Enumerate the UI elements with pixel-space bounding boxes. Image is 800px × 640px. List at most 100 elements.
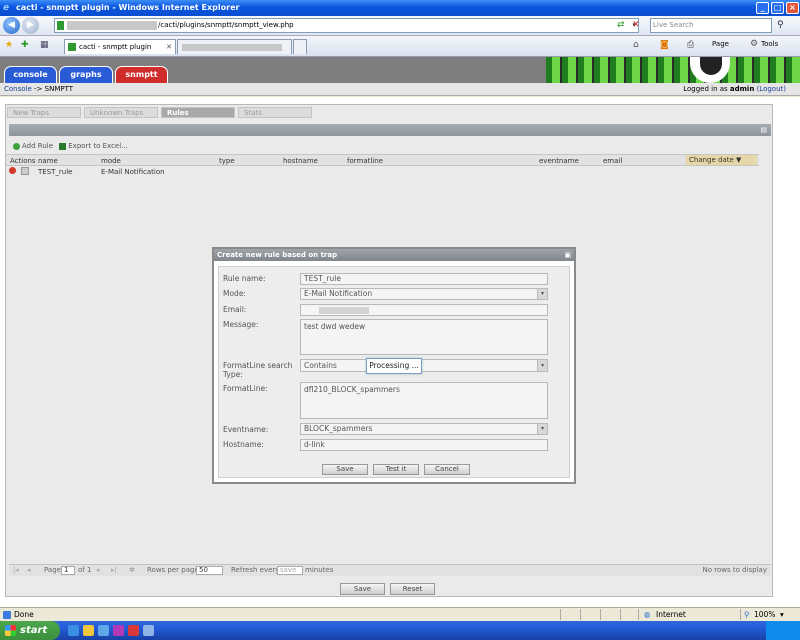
login-user: admin	[729, 85, 755, 93]
back-button[interactable]: ◀	[3, 17, 20, 34]
add-favorite-icon[interactable]: ✚	[21, 40, 29, 50]
add-rule-button[interactable]: Add Rule	[22, 142, 53, 150]
first-page-icon[interactable]: |◂	[13, 565, 19, 576]
edit-icon[interactable]	[21, 167, 29, 175]
eventname-select[interactable]: BLOCK_spammers ▾	[300, 423, 548, 435]
quicklaunch-desktop-icon[interactable]	[98, 625, 109, 636]
rows-per-page-select[interactable]: 50	[196, 566, 223, 575]
home-icon[interactable]: ⌂	[633, 40, 639, 50]
new-tab-button[interactable]	[293, 39, 307, 54]
tab-unknown-traps[interactable]: Unknown Traps	[84, 107, 158, 118]
refresh-icon[interactable]: ⇄	[617, 20, 625, 30]
search-icon[interactable]: ⚲	[777, 20, 784, 30]
email-input[interactable]	[300, 304, 548, 316]
rule-name-input[interactable]: TEST_rule	[300, 273, 548, 285]
minimize-button[interactable]: _	[756, 2, 769, 14]
page-done-icon	[3, 611, 11, 619]
delete-icon[interactable]	[9, 167, 16, 174]
window-title-bar: e cacti - snmptt plugin - Windows Intern…	[0, 0, 800, 16]
tab-rules[interactable]: Rules	[161, 107, 235, 118]
export-excel-button[interactable]: Export to Excel...	[68, 142, 128, 150]
favorites-star-icon[interactable]: ★	[5, 40, 13, 50]
formatline-textarea[interactable]: dfl210_BLOCK_spammers	[300, 382, 548, 419]
start-button[interactable]: start	[0, 621, 60, 640]
search-type-select[interactable]: Contains ▾	[300, 359, 548, 372]
row-name: TEST_rule	[38, 168, 73, 176]
dialog-test-button[interactable]: Test it	[373, 464, 419, 475]
dialog-title-bar: Create new rule based on trap ▣	[214, 249, 574, 261]
panel-save-button[interactable]: Save	[340, 583, 385, 595]
eventname-label: Eventname:	[223, 425, 269, 434]
col-change-date[interactable]: Change date ▼	[686, 155, 757, 165]
quicklaunch-app-icon[interactable]	[113, 625, 124, 636]
login-info: Logged in as admin (Logout)	[683, 83, 786, 95]
dialog-cancel-button[interactable]: Cancel	[424, 464, 470, 475]
tab-new-traps[interactable]: New Traps	[7, 107, 81, 118]
address-bar[interactable]: /cacti/plugins/snmptt/snmptt_view.php ▾	[54, 18, 639, 33]
next-page-icon[interactable]: ▸	[97, 565, 101, 576]
logout-link[interactable]: (Logout)	[757, 85, 786, 93]
tab-console[interactable]: console	[4, 66, 57, 83]
panel-reset-button[interactable]: Reset	[390, 583, 435, 595]
col-actions[interactable]: Actions	[10, 156, 36, 166]
hostname-input[interactable]: d-link	[300, 439, 548, 451]
chevron-down-icon[interactable]: ▾	[537, 424, 547, 434]
refresh-interval-input[interactable]: save	[277, 566, 303, 575]
col-eventname[interactable]: eventname	[539, 156, 579, 166]
page-number-input[interactable]: 1	[61, 566, 75, 575]
chevron-down-icon[interactable]: ▾	[537, 360, 547, 371]
dialog-title: Create new rule based on trap	[217, 251, 338, 259]
grid-header-bar: ▤	[9, 124, 771, 136]
message-textarea[interactable]: test dwd wedew	[300, 319, 548, 355]
ie-icon: e	[3, 3, 10, 13]
chevron-down-icon[interactable]: ▾	[537, 289, 547, 299]
zoom-icon: ⚲	[744, 610, 750, 619]
print-icon[interactable]: ⎙	[687, 40, 694, 50]
page-menu[interactable]: Page	[712, 40, 729, 48]
col-name[interactable]: name	[38, 156, 58, 166]
windows-logo-icon	[5, 625, 16, 636]
forward-button[interactable]: ▶	[22, 17, 39, 34]
tab-cacti-snmptt[interactable]: cacti - snmptt plugin ✕	[64, 39, 176, 54]
grid-toggle-icon[interactable]: ▤	[760, 126, 767, 134]
close-window-button[interactable]: ×	[786, 2, 799, 14]
col-email[interactable]: email	[603, 156, 622, 166]
quicklaunch-app2-icon[interactable]	[128, 625, 139, 636]
breadcrumb-current: SNMPTT	[44, 85, 74, 93]
stop-icon[interactable]: ✕	[632, 20, 640, 30]
tab-stats[interactable]: Stats	[238, 107, 312, 118]
refresh-grid-icon[interactable]: ✲	[129, 565, 135, 576]
dialog-close-icon[interactable]: ▣	[564, 249, 571, 261]
quick-tabs-icon[interactable]: ▦	[40, 40, 49, 50]
redacted-tab-title	[182, 44, 282, 51]
col-hostname[interactable]: hostname	[283, 156, 318, 166]
table-row[interactable]: TEST_rule E-Mail Notification	[6, 167, 759, 178]
prev-page-icon[interactable]: ◂	[27, 565, 31, 576]
zoom-level[interactable]: 100%	[754, 608, 775, 621]
tab-snmptt[interactable]: snmptt	[115, 66, 168, 83]
quicklaunch-app3-icon[interactable]	[143, 625, 154, 636]
page-of-label: of 1	[78, 566, 92, 574]
mode-select-value: E-Mail Notification	[304, 289, 373, 298]
breadcrumb-console-link[interactable]: Console	[4, 85, 32, 93]
col-mode[interactable]: mode	[101, 156, 121, 166]
last-page-icon[interactable]: ▸|	[111, 565, 117, 576]
col-type[interactable]: type	[219, 156, 235, 166]
maximize-button[interactable]: □	[771, 2, 784, 14]
zoom-dropdown-icon[interactable]: ▾	[780, 608, 784, 621]
gear-icon[interactable]: ⚙	[750, 39, 758, 49]
col-formatline[interactable]: formatline	[347, 156, 383, 166]
window-title: cacti - snmptt plugin - Windows Internet…	[16, 3, 240, 12]
feeds-icon[interactable]: ◙	[660, 40, 669, 50]
tab-other[interactable]	[177, 39, 292, 54]
live-search-input[interactable]: Live Search	[650, 18, 772, 33]
quicklaunch-ie-icon[interactable]	[68, 625, 79, 636]
mode-select[interactable]: E-Mail Notification ▾	[300, 288, 548, 300]
tab-close-icon[interactable]: ✕	[166, 40, 172, 54]
search-type-value: Contains	[304, 361, 337, 370]
tab-graphs[interactable]: graphs	[59, 66, 113, 83]
quicklaunch-explorer-icon[interactable]	[83, 625, 94, 636]
dialog-save-button[interactable]: Save	[322, 464, 368, 475]
grid-column-headers: Actions name mode type hostname formatli…	[6, 154, 759, 166]
tools-menu[interactable]: Tools	[761, 40, 778, 48]
